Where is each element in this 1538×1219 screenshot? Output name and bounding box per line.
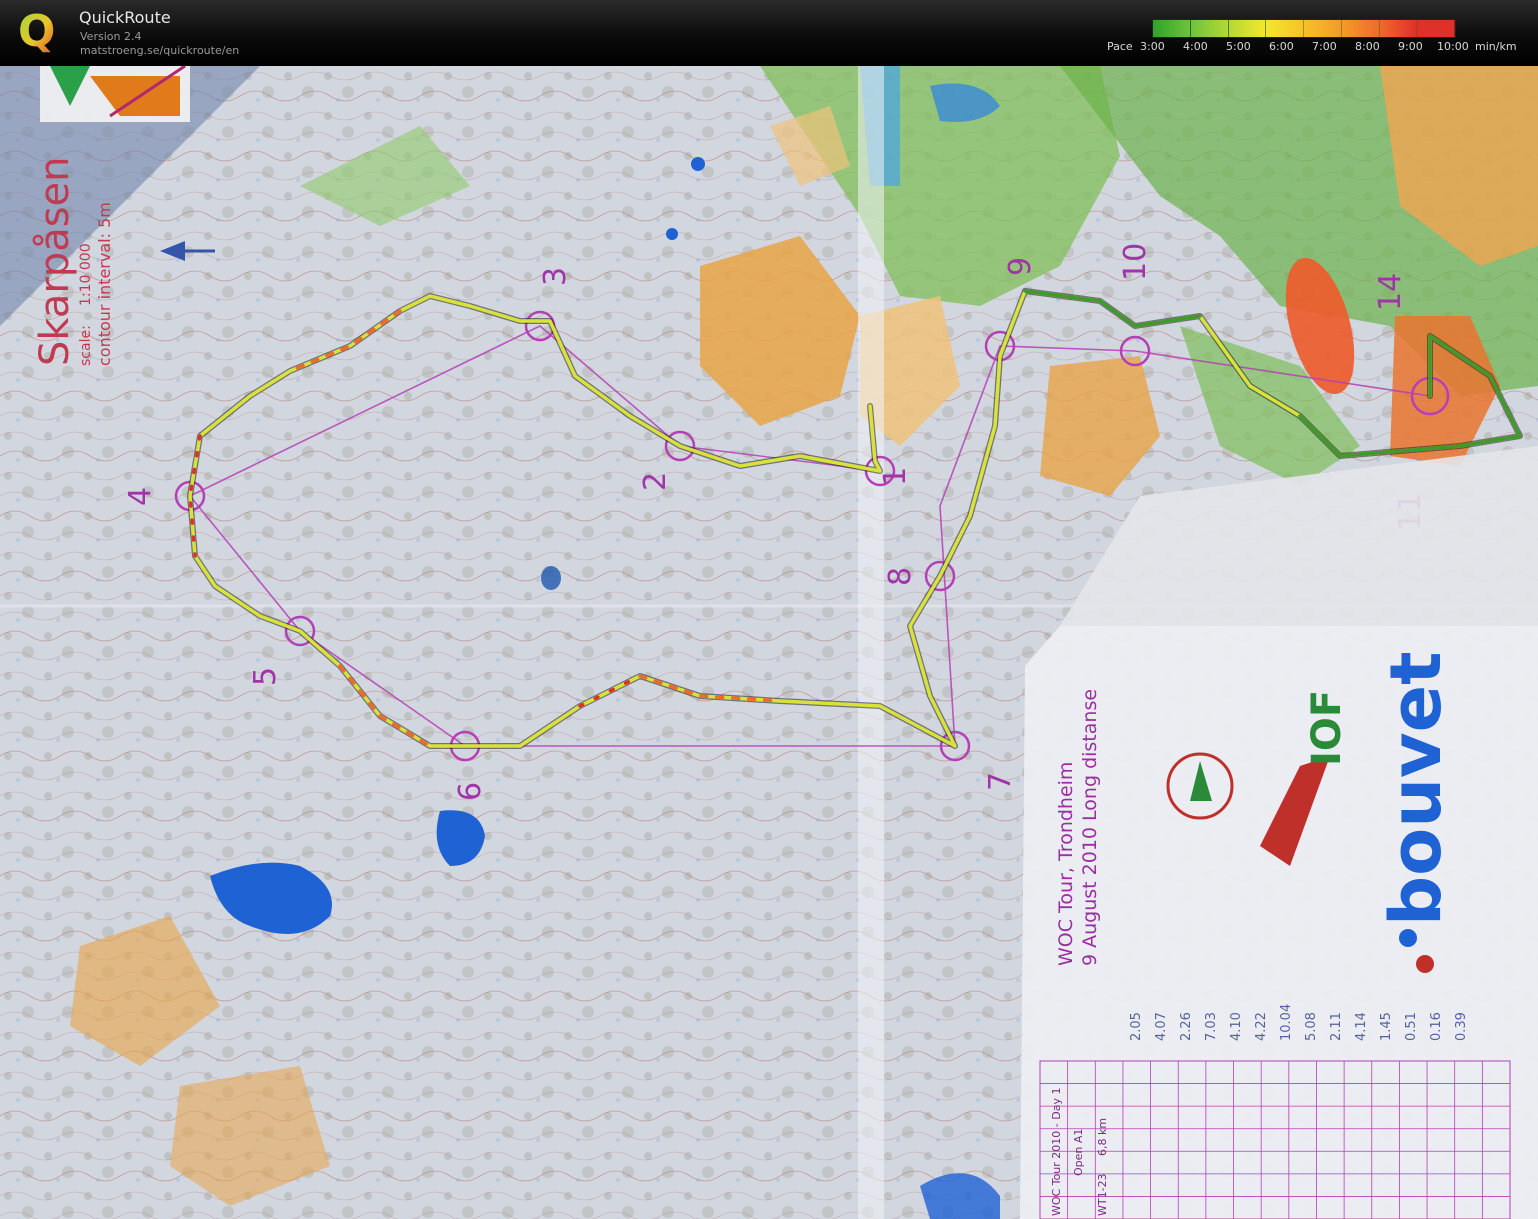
control-3-label: 3 — [538, 267, 573, 286]
bouvet-logo-text: bouvet — [1375, 651, 1457, 926]
svg-text:10.04: 10.04 — [1279, 1004, 1294, 1041]
pace-color-segment — [1304, 20, 1342, 37]
pace-color-scale — [1152, 19, 1456, 38]
map-scale-value: 1:10 000 — [78, 243, 94, 306]
pace-tick-5: 5:00 — [1226, 40, 1251, 53]
pace-label: Pace — [1107, 40, 1133, 53]
bouvet-logo: bouvet — [1375, 651, 1457, 973]
pace-color-segment — [1228, 20, 1267, 37]
control-9-label: 9 — [1003, 257, 1038, 276]
pace-color-segment — [1417, 20, 1455, 37]
control-6-label: 6 — [453, 782, 488, 801]
svg-text:5.08: 5.08 — [1304, 1012, 1319, 1041]
map-canvas[interactable]: Skarpåsen scale: 1:10 000 contour interv… — [0, 66, 1538, 1219]
pace-color-segment — [1190, 20, 1229, 37]
pace-tick-10: 10:00 — [1437, 40, 1469, 53]
map-contour-interval: contour interval: 5m — [95, 202, 114, 366]
woc-logo-icon — [40, 66, 190, 122]
control-10-label: 10 — [1118, 243, 1153, 281]
map-scale-label: scale: — [78, 325, 94, 366]
map-title: Skarpåsen — [32, 156, 78, 366]
svg-text:7.03: 7.03 — [1204, 1012, 1219, 1041]
control-8-label: 8 — [883, 567, 918, 586]
svg-text:Q: Q — [18, 6, 55, 57]
svg-text:4.07: 4.07 — [1154, 1012, 1169, 1041]
app-version: Version 2.4 — [80, 30, 142, 43]
svg-text:4.22: 4.22 — [1254, 1012, 1269, 1041]
event-title: WOC Tour, Trondheim — [1055, 762, 1077, 966]
pace-color-segment — [1266, 20, 1304, 37]
pace-unit: min/km — [1475, 40, 1517, 53]
pace-tick-4: 4:00 — [1183, 40, 1208, 53]
quickroute-logo-icon: Q — [18, 6, 55, 57]
svg-text:0.39: 0.39 — [1454, 1012, 1469, 1041]
svg-text:2.26: 2.26 — [1179, 1012, 1194, 1041]
pace-color-segment — [1153, 20, 1191, 37]
orienteering-map-view[interactable]: Skarpåsen scale: 1:10 000 contour interv… — [0, 66, 1538, 1219]
course-code: WT1-23 — [1096, 1173, 1109, 1216]
event-date: 9 August 2010 Long distanse — [1079, 689, 1101, 966]
pace-color-segment — [1341, 20, 1380, 37]
pace-color-segment — [1379, 20, 1418, 37]
course-name: Open A1 — [1072, 1129, 1085, 1176]
svg-text:4.10: 4.10 — [1229, 1012, 1244, 1041]
course-header: WOC Tour 2010 - Day 1 — [1050, 1088, 1063, 1216]
control-1-label: 1 — [878, 467, 913, 486]
control-5-label: 5 — [248, 667, 283, 686]
pace-tick-3: 3:00 — [1140, 40, 1165, 53]
iof-logo-text: IOF — [1304, 690, 1350, 766]
svg-text:0.51: 0.51 — [1404, 1012, 1419, 1041]
app-url-link[interactable]: matstroeng.se/quickroute/en — [80, 44, 239, 57]
pace-tick-6: 6:00 — [1269, 40, 1294, 53]
pace-tick-7: 7:00 — [1312, 40, 1337, 53]
svg-text:2.11: 2.11 — [1329, 1012, 1344, 1041]
svg-text:4.14: 4.14 — [1354, 1012, 1369, 1041]
svg-text:1.45: 1.45 — [1379, 1012, 1394, 1041]
pace-tick-9: 9:00 — [1398, 40, 1423, 53]
svg-text:0.16: 0.16 — [1429, 1012, 1444, 1041]
control-7-label: 7 — [983, 772, 1018, 791]
app-title: QuickRoute — [79, 8, 171, 27]
control-14-label: 14 — [1373, 273, 1408, 311]
control-2-label: 2 — [638, 472, 673, 491]
course-length: 6,8 km — [1096, 1118, 1109, 1156]
svg-text:2.05: 2.05 — [1129, 1012, 1144, 1041]
pace-tick-8: 8:00 — [1355, 40, 1380, 53]
app-header-bar: Q QuickRoute Version 2.4 matstroeng.se/q… — [0, 0, 1538, 67]
control-4-label: 4 — [123, 487, 158, 506]
